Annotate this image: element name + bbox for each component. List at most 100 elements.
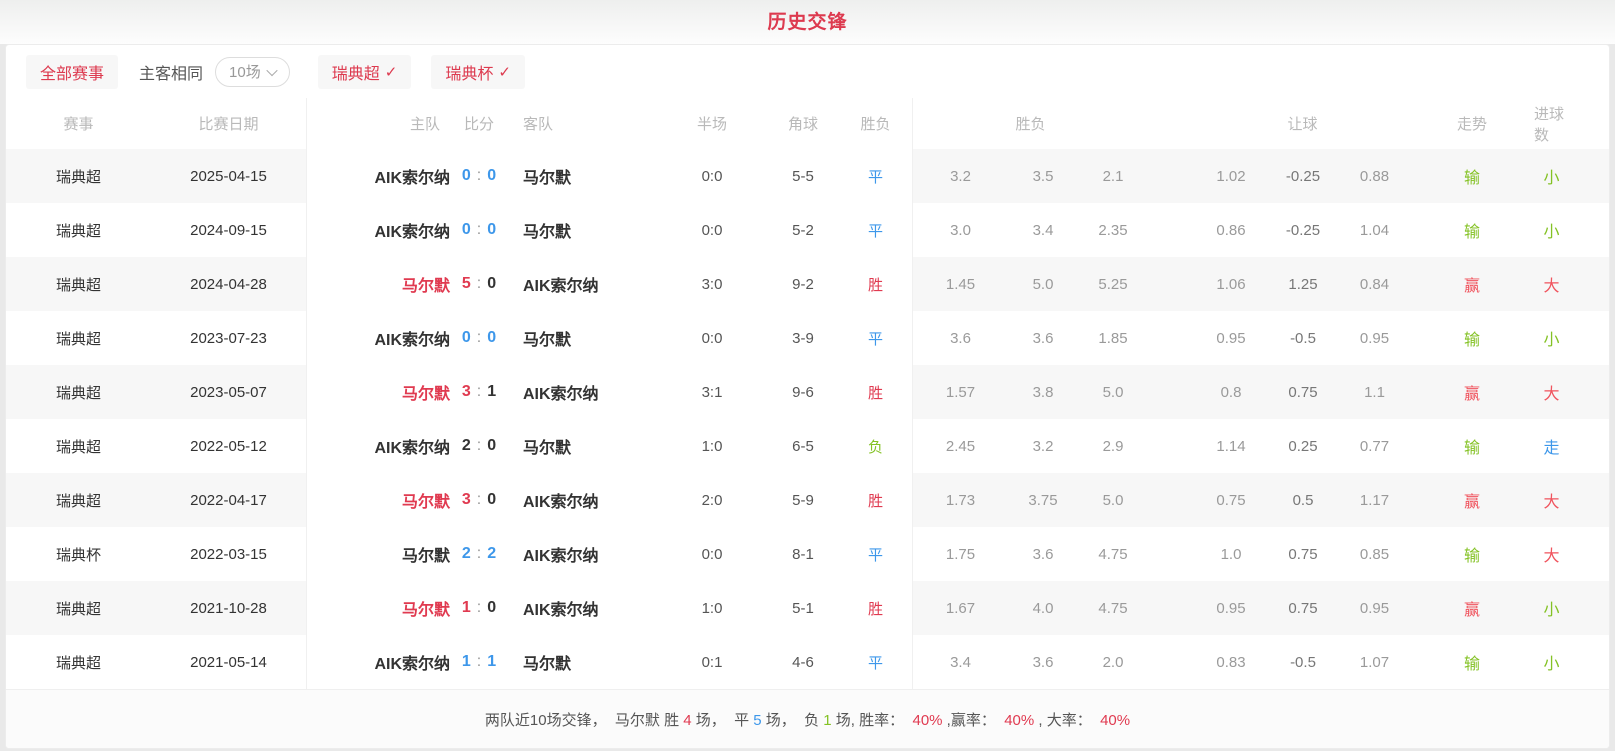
cell-corners: 8-1 <box>767 527 839 581</box>
header-spacer <box>1148 98 1195 149</box>
same-home-away-toggle[interactable]: 主客相同 <box>139 60 203 84</box>
cell-halftime: 3:1 <box>657 365 767 419</box>
table-row[interactable]: 瑞典超 2022-04-17 马尔默 3:0 AIK索尔纳 2:0 5-9 胜 … <box>6 473 1609 527</box>
cell-date: 2022-04-17 <box>151 473 306 527</box>
cell-odds-draw: 3.2 <box>1008 419 1078 473</box>
score-separator: : <box>477 329 481 347</box>
table-row[interactable]: 瑞典超 2023-07-23 AIK索尔纳 0:0 马尔默 0:0 3-9 平 … <box>6 311 1609 365</box>
cell-handicap-line: 0.25 <box>1267 419 1339 473</box>
cell-trend: 输 <box>1410 149 1534 203</box>
cell-date: 2021-10-28 <box>151 581 306 635</box>
cell-odds-win: 1.45 <box>912 257 1008 311</box>
cell-handicap-line: 0.5 <box>1267 473 1339 527</box>
header-goals: 进球数 <box>1534 98 1609 149</box>
cell-score: 0:0 <box>456 149 502 203</box>
cell-handicap-away: 0.77 <box>1339 419 1410 473</box>
cell-corners: 5-2 <box>767 203 839 257</box>
score-separator: : <box>477 545 481 563</box>
score-home: 1 <box>462 653 471 671</box>
cell-odds-draw: 3.75 <box>1008 473 1078 527</box>
cell-halftime: 0:0 <box>657 203 767 257</box>
cell-trend: 赢 <box>1410 365 1534 419</box>
cell-goals: 小 <box>1534 149 1609 203</box>
score-home: 2 <box>462 545 471 563</box>
cell-score: 3:0 <box>456 473 502 527</box>
cell-odds-lose: 5.25 <box>1078 257 1148 311</box>
cell-trend: 赢 <box>1410 581 1534 635</box>
cell-spacer <box>1148 311 1195 365</box>
table-row[interactable]: 瑞典超 2024-04-28 马尔默 5:0 AIK索尔纳 3:0 9-2 胜 … <box>6 257 1609 311</box>
cell-date: 2022-03-15 <box>151 527 306 581</box>
cell-handicap-away: 0.95 <box>1339 311 1410 365</box>
score-away: 0 <box>487 437 496 455</box>
cell-score: 1:1 <box>456 635 502 689</box>
table-row[interactable]: 瑞典杯 2022-03-15 马尔默 2:2 AIK索尔纳 0:0 8-1 平 … <box>6 527 1609 581</box>
score-separator: : <box>477 383 481 401</box>
header-handicap-group: 让球 <box>1195 98 1410 149</box>
cell-home-team: AIK索尔纳 <box>306 149 456 203</box>
cell-halftime: 0:0 <box>657 311 767 365</box>
cell-home-team: 马尔默 <box>306 581 456 635</box>
league-filter-sweden-cup[interactable]: 瑞典杯 ✓ <box>431 55 525 89</box>
match-count-dropdown[interactable]: 10场 <box>215 57 290 87</box>
cell-trend: 赢 <box>1410 257 1534 311</box>
cell-handicap-home: 1.14 <box>1195 419 1267 473</box>
header-halftime: 半场 <box>657 98 767 149</box>
score-separator: : <box>477 275 481 293</box>
cell-league: 瑞典超 <box>6 473 151 527</box>
cell-score: 0:0 <box>456 311 502 365</box>
table-row[interactable]: 瑞典超 2023-05-07 马尔默 3:1 AIK索尔纳 3:1 9-6 胜 … <box>6 365 1609 419</box>
cell-handicap-home: 0.86 <box>1195 203 1267 257</box>
cell-trend: 输 <box>1410 311 1534 365</box>
cell-handicap-line: 1.25 <box>1267 257 1339 311</box>
cell-date: 2023-05-07 <box>151 365 306 419</box>
header-score: 比分 <box>456 98 502 149</box>
table-row[interactable]: 瑞典超 2024-09-15 AIK索尔纳 0:0 马尔默 0:0 5-2 平 … <box>6 203 1609 257</box>
cell-away-team: 马尔默 <box>502 311 657 365</box>
cell-league: 瑞典超 <box>6 203 151 257</box>
cell-handicap-line: 0.75 <box>1267 581 1339 635</box>
league-filter-sweden-allsvenskan[interactable]: 瑞典超 ✓ <box>318 55 412 89</box>
score-separator: : <box>477 437 481 455</box>
cell-spacer <box>1148 203 1195 257</box>
table-row[interactable]: 瑞典超 2021-10-28 马尔默 1:0 AIK索尔纳 1:0 5-1 胜 … <box>6 581 1609 635</box>
cell-handicap-line: -0.25 <box>1267 149 1339 203</box>
cell-away-team: AIK索尔纳 <box>502 581 657 635</box>
score-home: 2 <box>462 437 471 455</box>
cell-halftime: 3:0 <box>657 257 767 311</box>
cell-odds-lose: 1.85 <box>1078 311 1148 365</box>
cell-handicap-away: 1.07 <box>1339 635 1410 689</box>
table-header: 赛事 比赛日期 主队 比分 客队 半场 角球 胜负 胜负 让球 走势 进球数 <box>6 98 1609 149</box>
cell-handicap-away: 1.1 <box>1339 365 1410 419</box>
score-away: 1 <box>487 383 496 401</box>
score-away: 0 <box>487 491 496 509</box>
match-count-value: 10场 <box>229 61 261 82</box>
table-row[interactable]: 瑞典超 2025-04-15 AIK索尔纳 0:0 马尔默 0:0 5-5 平 … <box>6 149 1609 203</box>
cell-result: 胜 <box>839 473 912 527</box>
summary-text: 两队近10场交锋， 马尔默 胜 4 场， 平 5 场， 负 1 场, 胜率： 4… <box>485 709 1130 730</box>
cell-away-team: 马尔默 <box>502 635 657 689</box>
all-matches-button[interactable]: 全部赛事 <box>26 55 118 89</box>
cell-home-team: 马尔默 <box>306 257 456 311</box>
score-home: 3 <box>462 491 471 509</box>
header-odds-group: 胜负 <box>912 98 1148 149</box>
cell-spacer <box>1148 257 1195 311</box>
cell-odds-lose: 4.75 <box>1078 581 1148 635</box>
cell-odds-win: 3.2 <box>912 149 1008 203</box>
cell-trend: 输 <box>1410 203 1534 257</box>
cell-handicap-line: -0.5 <box>1267 311 1339 365</box>
score-away: 0 <box>487 599 496 617</box>
cell-goals: 小 <box>1534 311 1609 365</box>
cell-date: 2021-05-14 <box>151 635 306 689</box>
score-away: 0 <box>487 167 496 185</box>
table-row[interactable]: 瑞典超 2022-05-12 AIK索尔纳 2:0 马尔默 1:0 6-5 负 … <box>6 419 1609 473</box>
cell-halftime: 2:0 <box>657 473 767 527</box>
cell-goals: 大 <box>1534 257 1609 311</box>
table-row[interactable]: 瑞典超 2021-05-14 AIK索尔纳 1:1 马尔默 0:1 4-6 平 … <box>6 635 1609 689</box>
cell-home-team: 马尔默 <box>306 473 456 527</box>
cell-handicap-line: -0.5 <box>1267 635 1339 689</box>
cell-goals: 小 <box>1534 581 1609 635</box>
cell-away-team: AIK索尔纳 <box>502 473 657 527</box>
cell-handicap-home: 1.06 <box>1195 257 1267 311</box>
score-home: 1 <box>462 599 471 617</box>
